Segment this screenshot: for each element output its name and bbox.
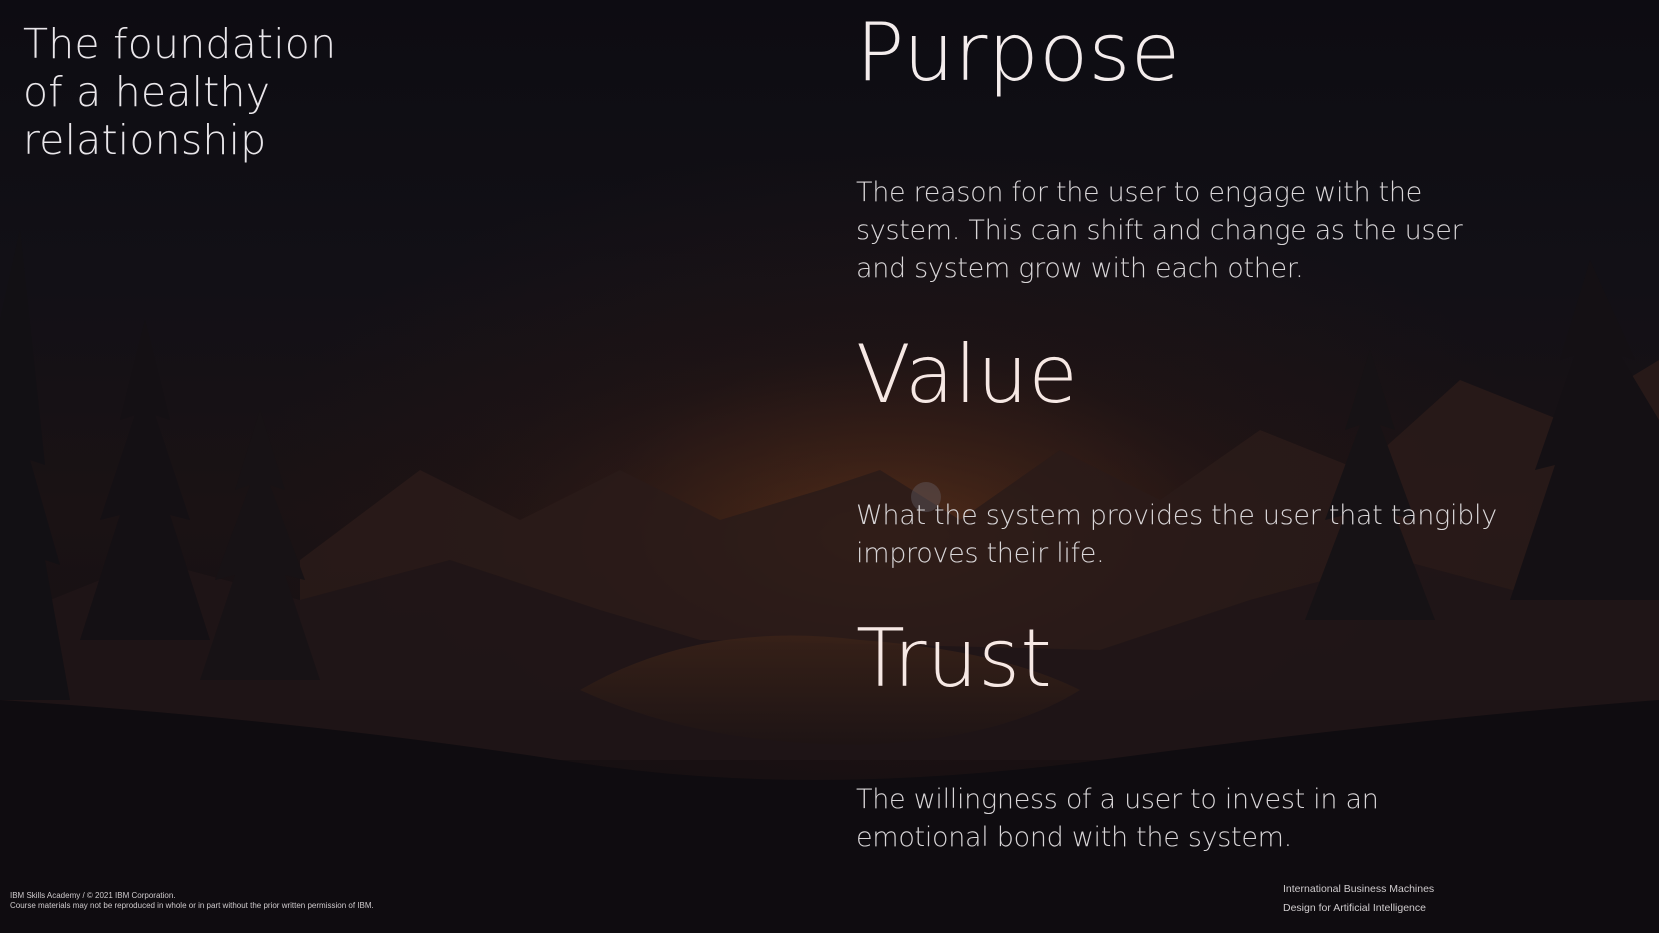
concept-title-value: Value: [856, 328, 1079, 421]
reproduction-notice: Course materials may not be reproduced i…: [10, 901, 374, 910]
concept-description-purpose: The reason for the user to engage with t…: [856, 177, 1463, 284]
concept-description-value: What the system provides the user that t…: [856, 500, 1497, 569]
course-name: Design for Artificial Intelligence: [1283, 902, 1426, 914]
copyright-footer: IBM Skills Academy / © 2021 IBM Corporat…: [10, 891, 374, 911]
slide-headline: The foundation of a healthy relationship: [23, 20, 337, 164]
course-footer: International Business Machines Design f…: [1283, 880, 1434, 918]
concept-title-trust: Trust: [856, 612, 1053, 705]
organization-name: International Business Machines: [1283, 883, 1435, 895]
slide: The foundation of a healthy relationship…: [0, 0, 1659, 933]
concept-description-trust: The willingness of a user to invest in a…: [856, 784, 1379, 853]
copyright-line: IBM Skills Academy / © 2021 IBM Corporat…: [10, 891, 176, 900]
concept-title-purpose: Purpose: [856, 6, 1181, 99]
